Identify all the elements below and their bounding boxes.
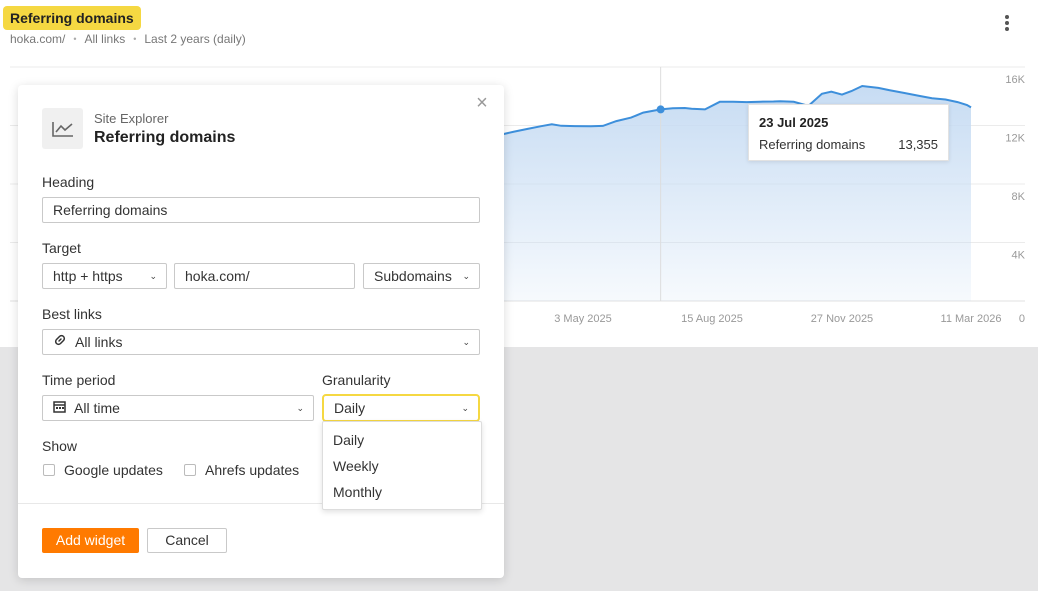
y-tick-label: 12K: [1005, 133, 1025, 145]
ahrefs-updates-label: Ahrefs updates: [205, 462, 300, 478]
calendar-icon: [53, 396, 66, 420]
granularity-option-daily[interactable]: Daily: [333, 432, 364, 448]
best-links-value: All links: [75, 334, 123, 350]
time-period-label: Time period: [42, 372, 116, 388]
close-icon[interactable]: ×: [474, 93, 490, 113]
x-tick-label: 11 Mar 2026: [941, 313, 1002, 325]
x-tick-label: 27 Nov 2025: [811, 313, 873, 325]
separator-dot: •: [133, 34, 137, 44]
chevron-down-icon: ⌄: [149, 271, 157, 281]
y-tick-label: 0: [1019, 313, 1025, 325]
granularity-label: Granularity: [322, 372, 391, 388]
subtitle-target: hoka.com/: [10, 32, 66, 46]
tooltip-series-name: Referring domains: [759, 137, 866, 152]
tooltip-value: 13,355: [898, 137, 938, 152]
protocol-select[interactable]: http + https ⌄: [42, 263, 167, 289]
line-chart-icon: [42, 108, 83, 149]
modal-title: Referring domains: [94, 129, 236, 146]
subtitle-period: Last 2 years (daily): [144, 32, 246, 46]
x-tick-label: 15 Aug 2025: [681, 313, 743, 325]
modal-app-name: Site Explorer: [94, 111, 169, 126]
google-updates-checkbox[interactable]: [43, 464, 55, 476]
mode-value: Subdomains: [374, 268, 452, 284]
x-tick-label: 3 May 2025: [554, 313, 611, 325]
granularity-dropdown: Daily Weekly Monthly: [322, 421, 482, 510]
time-period-value: All time: [74, 400, 120, 416]
heading-label: Heading: [42, 174, 95, 190]
chevron-down-icon: ⌄: [296, 403, 304, 413]
heading-input[interactable]: Referring domains: [42, 197, 480, 223]
target-label: Target: [42, 240, 81, 256]
chevron-down-icon: ⌄: [461, 403, 469, 413]
granularity-option-monthly[interactable]: Monthly: [333, 484, 382, 500]
ahrefs-updates-checkbox[interactable]: [184, 464, 196, 476]
y-tick-label: 4K: [1012, 250, 1026, 262]
cancel-button[interactable]: Cancel: [147, 528, 227, 553]
chevron-down-icon: ⌄: [462, 271, 470, 281]
y-tick-label: 16K: [1005, 74, 1025, 86]
granularity-select[interactable]: Daily ⌄: [322, 394, 480, 422]
target-input[interactable]: hoka.com/: [174, 263, 355, 289]
separator-dot: •: [73, 34, 77, 44]
y-tick-label: 8K: [1012, 191, 1026, 203]
more-vertical-icon[interactable]: [996, 12, 1018, 34]
protocol-value: http + https: [53, 268, 123, 284]
time-period-select[interactable]: All time ⌄: [42, 395, 314, 421]
chevron-down-icon: ⌄: [462, 337, 470, 347]
google-updates-label: Google updates: [64, 462, 163, 478]
widget-title: Referring domains: [3, 6, 141, 30]
best-links-label: Best links: [42, 306, 102, 322]
add-widget-button[interactable]: Add widget: [42, 528, 139, 553]
hover-point-marker: [656, 105, 665, 114]
tooltip-date: 23 Jul 2025: [759, 115, 829, 130]
widget-subtitle: hoka.com/ • All links • Last 2 years (da…: [10, 32, 246, 46]
chart-tooltip: 23 Jul 2025 Referring domains 13,355: [748, 104, 949, 161]
granularity-value: Daily: [334, 400, 366, 416]
link-icon: [53, 330, 67, 354]
show-label: Show: [42, 438, 78, 454]
subtitle-links: All links: [84, 32, 126, 46]
mode-select[interactable]: Subdomains ⌄: [363, 263, 480, 289]
granularity-option-weekly[interactable]: Weekly: [333, 458, 379, 474]
best-links-select[interactable]: All links ⌄: [42, 329, 480, 355]
